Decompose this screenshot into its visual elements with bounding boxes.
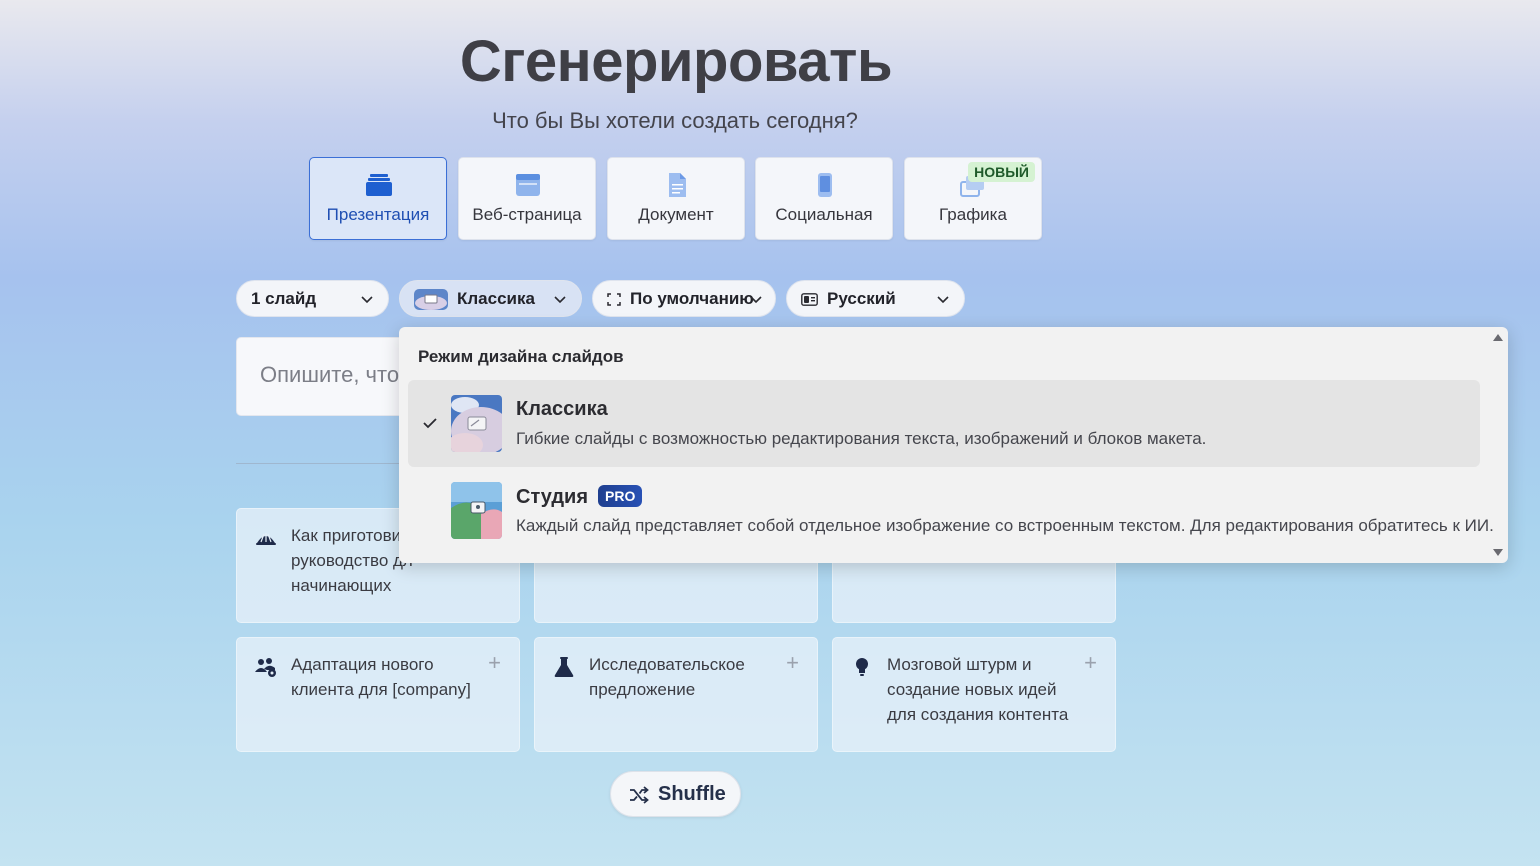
- language-icon: [801, 293, 818, 306]
- format-value: По умолчанию: [630, 289, 754, 308]
- type-document-card[interactable]: Документ: [607, 157, 745, 240]
- scroll-down-arrow-icon[interactable]: [1492, 548, 1504, 558]
- design-mode-select[interactable]: Классика: [399, 280, 582, 317]
- suggestion-text-line: начинающих: [291, 576, 392, 595]
- option-name: Студия: [516, 486, 589, 508]
- type-social-card[interactable]: Социальная: [755, 157, 893, 240]
- dropdown-title: Режим дизайна слайдов: [418, 347, 624, 366]
- suggestion-card-onboarding[interactable]: Адаптация нового клиента для [company] +: [236, 637, 520, 752]
- language-select[interactable]: Русский: [786, 280, 965, 317]
- browser-icon: [516, 174, 540, 196]
- chevron-down-icon: [937, 296, 949, 304]
- type-label: Графика: [939, 205, 1007, 224]
- classic-theme-icon: [414, 289, 448, 310]
- add-icon[interactable]: +: [1084, 650, 1097, 676]
- suggestion-card-brainstorm[interactable]: Мозговой штурм и создание новых идей для…: [832, 637, 1116, 752]
- suggestion-text: Исследовательское предложение: [589, 655, 745, 699]
- classic-thumbnail-icon: [451, 395, 502, 452]
- pro-badge: PRO: [598, 485, 643, 507]
- chevron-down-icon: [361, 296, 373, 304]
- chevron-down-icon: [554, 296, 566, 304]
- suggestion-text: Адаптация нового клиента для [company]: [291, 655, 471, 699]
- expand-corners-icon: [607, 293, 621, 306]
- shuffle-label: Shuffle: [658, 783, 726, 805]
- design-mode-value: Классика: [457, 289, 535, 308]
- prompt-placeholder: Опишите, что: [260, 362, 400, 387]
- type-label: Веб-страница: [472, 205, 582, 224]
- slide-count-select[interactable]: 1 слайд: [236, 280, 389, 317]
- page-title: Сгенерировать: [459, 29, 893, 94]
- chevron-down-icon: [750, 296, 762, 304]
- design-option-classic[interactable]: Классика Гибкие слайды с возможностью ре…: [408, 380, 1480, 467]
- add-icon[interactable]: +: [488, 650, 501, 676]
- shuffle-button[interactable]: Shuffle: [610, 771, 741, 817]
- slide-count-value: 1 слайд: [251, 289, 317, 308]
- design-mode-dropdown: Режим дизайна слайдов Классика Гибкие сл…: [399, 327, 1508, 563]
- new-badge: НОВЫЙ: [968, 162, 1035, 182]
- baking-icon: [256, 533, 276, 545]
- page-subtitle: Что бы Вы хотели создать сегодня?: [492, 108, 858, 133]
- type-graphics-card[interactable]: НОВЫЙ Графика: [904, 157, 1042, 240]
- stack-icon: [366, 174, 392, 196]
- language-value: Русский: [827, 289, 896, 308]
- flask-icon: [554, 657, 574, 677]
- option-description: Каждый слайд представляет собой отдельно…: [516, 516, 1494, 535]
- lightbulb-icon: [856, 658, 868, 676]
- scroll-up-arrow-icon[interactable]: [1492, 332, 1504, 342]
- type-label: Презентация: [326, 205, 430, 224]
- type-presentation-card[interactable]: Презентация: [309, 157, 447, 240]
- option-description: Гибкие слайды с возможностью редактирова…: [516, 429, 1207, 448]
- checkmark-icon: [423, 418, 437, 429]
- add-icon[interactable]: +: [786, 650, 799, 676]
- phone-icon: [818, 173, 832, 197]
- type-label: Социальная: [775, 205, 873, 224]
- type-label: Документ: [638, 205, 714, 224]
- users-gear-icon: [255, 658, 276, 677]
- shuffle-icon: [630, 786, 649, 804]
- type-webpage-card[interactable]: Веб-страница: [458, 157, 596, 240]
- document-icon: [669, 173, 686, 197]
- suggestion-text: Мозговой штурм и создание новых идей для…: [887, 655, 1069, 724]
- suggestion-card-research[interactable]: Исследовательское предложение +: [534, 637, 818, 752]
- design-option-studio[interactable]: Студия PRO Каждый слайд представляет собо…: [408, 467, 1494, 554]
- format-select[interactable]: По умолчанию: [592, 280, 776, 317]
- option-name: Классика: [516, 398, 608, 420]
- studio-thumbnail-icon: [451, 482, 502, 539]
